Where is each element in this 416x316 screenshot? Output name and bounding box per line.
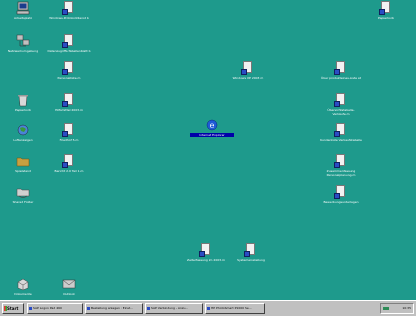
icon-label: Windows-Protokolldienst b (49, 16, 89, 20)
desktop-icon[interactable]: Systemeinstellung (229, 243, 273, 262)
icon-label: Personalliste.m (57, 76, 81, 80)
app-icon (87, 307, 90, 310)
task-button[interactable]: Bestellung anlegen : Einst... (85, 303, 143, 314)
icon-label: Arbeitsplatz (14, 16, 32, 20)
document-icon (334, 123, 348, 137)
desktop-icon[interactable]: Papierkorb (364, 1, 408, 20)
desktop-icon[interactable]: Zeiterfassung im 2003.m (184, 243, 228, 262)
icon-label: Übersichtstabelle-Verkäufe.m (327, 108, 355, 116)
task-label: SAP Verbindung - Anzu... (151, 306, 189, 310)
document-icon (62, 34, 76, 48)
computer-icon (16, 1, 30, 15)
document-icon (62, 123, 76, 137)
desktop-icon[interactable]: Outlook (47, 277, 91, 296)
recycle-bin-icon (18, 95, 28, 107)
tray-icon[interactable] (383, 307, 389, 310)
desktop-icon[interactable]: Über produkteines-Liste at (319, 61, 363, 80)
svg-text:e: e (210, 121, 215, 130)
icon-label: Systemeinstellung (237, 258, 265, 262)
app-icon (207, 307, 210, 310)
document-icon (62, 93, 76, 107)
desktop-icon[interactable]: Personalliste.m (47, 61, 91, 80)
document-icon (199, 243, 213, 257)
icon-label: Bericht 2.0 Teil 1.m (54, 169, 84, 173)
taskbar: Start SAP Logon Pad 460 Bestellung anleg… (0, 300, 416, 316)
globe-icon (17, 124, 29, 136)
desktop-icon[interactable]: Datenzugriffs-Tabellenblatt b (47, 34, 91, 53)
task-button[interactable]: SAP Logon Pad 460 (27, 303, 83, 314)
desktop-icon[interactable]: Spielstand (1, 154, 45, 173)
desktop-icon[interactable]: Bericht 2.0 Teil 1.m (47, 154, 91, 173)
system-tray: 10:35 (380, 303, 414, 314)
desktop-icon[interactable]: Bewerbungsunterlagen (319, 185, 363, 204)
network-icon (16, 34, 30, 47)
task-label: Bestellung anlegen : Einst... (91, 306, 134, 310)
task-label: SAP Logon Pad 460 (33, 306, 62, 310)
icon-label: Outlook (63, 292, 75, 296)
task-button[interactable]: SAP Verbindung - Anzu... (145, 303, 203, 314)
box-icon (17, 278, 29, 291)
icon-label: Friedhof 5.m (59, 138, 79, 142)
desktop-icon[interactable]: Windows-Protokolldienst b (47, 1, 91, 20)
document-icon (62, 1, 76, 15)
icon-label: Dokumente (14, 292, 32, 296)
windows-flag-icon (4, 306, 7, 311)
document-icon (334, 93, 348, 107)
document-icon (334, 185, 348, 199)
app-icon (147, 307, 150, 310)
desktop: Arbeitsplatz Windows-Protokolldienst b P… (0, 0, 416, 300)
desktop-icon[interactable]: Dokumente (1, 277, 45, 296)
icon-label: Hilfsmittel 2003.m (55, 108, 83, 112)
icon-label: Über produkteines-Liste at (321, 76, 361, 80)
desktop-icon[interactable]: Übersichtstabelle-Verkäufe.m (319, 93, 363, 116)
icon-label: Shared Folder (12, 200, 34, 204)
desktop-icon[interactable]: Kundenliste Verkaufstabelle (319, 123, 363, 142)
icon-label: Zeiterfassung im 2003.m (187, 258, 225, 262)
task-label: HP PhotoSmart P1000 Se... (211, 306, 252, 310)
icon-label: Papierkorb (378, 16, 394, 20)
task-button[interactable]: HP PhotoSmart P1000 Se... (205, 303, 265, 314)
shared-folder-icon (16, 188, 30, 198)
icon-label: Kundenliste Verkaufstabelle (320, 138, 362, 142)
document-icon (62, 61, 76, 75)
outlook-icon (62, 279, 76, 289)
icon-label: Zusammenfassung Personalplanung.m (326, 169, 356, 177)
desktop-icon[interactable]: Zusammenfassung Personalplanung.m (319, 154, 363, 177)
desktop-icon[interactable]: Windows XP 2003 m (226, 61, 270, 80)
document-icon (62, 154, 76, 168)
icon-label: Bewerbungsunterlagen (323, 200, 359, 204)
desktop-icon[interactable]: Papierkorb (1, 93, 45, 112)
start-label: Start (7, 306, 19, 311)
icon-label: Internet Explorer (190, 133, 234, 137)
icon-label: Papierkorb (15, 108, 31, 112)
icon-label: Spielstand (15, 169, 31, 173)
start-button[interactable]: Start (2, 303, 24, 314)
clock[interactable]: 10:35 (402, 306, 411, 310)
desktop-icon[interactable]: Shared Folder (1, 185, 45, 204)
desktop-icon[interactable]: Friedhof 5.m (47, 123, 91, 142)
desktop-icon[interactable]: Luftanzeigen (1, 123, 45, 142)
icon-label: Windows XP 2003 m (232, 76, 264, 80)
internet-explorer-icon: e (206, 119, 218, 131)
document-icon (334, 61, 348, 75)
document-icon (241, 61, 255, 75)
desktop-icon[interactable]: Hilfsmittel 2003.m (47, 93, 91, 112)
desktop-icon[interactable]: Arbeitsplatz (1, 1, 45, 20)
document-icon (244, 243, 258, 257)
app-icon (29, 307, 32, 310)
desktop-icon[interactable]: e Internet Explorer (190, 118, 234, 137)
document-icon (379, 1, 393, 15)
desktop-icon[interactable]: Netzwerkumgebung (1, 34, 45, 53)
icon-label: Luftanzeigen (13, 138, 33, 142)
document-icon (334, 154, 348, 168)
icon-label: Datenzugriffs-Tabellenblatt b (47, 49, 91, 53)
folder-icon (16, 157, 30, 167)
icon-label: Netzwerkumgebung (7, 49, 39, 53)
